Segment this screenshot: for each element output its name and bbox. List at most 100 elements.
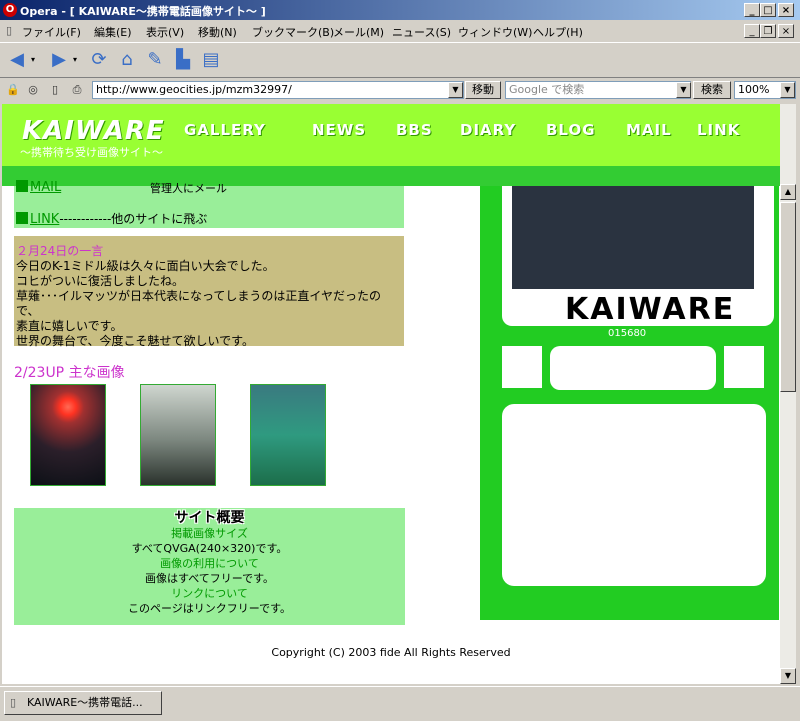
back-menu-icon[interactable]: ▾ [28, 49, 38, 71]
menu-window[interactable]: ウィンドウ(W) [458, 24, 532, 40]
phone-right-key[interactable] [724, 346, 764, 388]
images-section-title: 2/23UP 主な画像 [14, 365, 125, 381]
nav-blog[interactable]: BLOG [546, 121, 596, 139]
news-line: 今日のK-1ミドル級は久々に面白い大会でした。 [16, 259, 275, 273]
page-icon: ▯ [6, 24, 13, 37]
thumbnail-aquarium[interactable] [250, 384, 326, 486]
menu-view[interactable]: 表示(V) [146, 24, 184, 40]
search-dropdown[interactable]: ▼ [676, 82, 691, 98]
forward-icon[interactable]: ▶ [48, 49, 70, 71]
news-line: 素直に嬉しいです。 [16, 319, 123, 333]
security-icon[interactable]: 🔒 [6, 83, 20, 97]
print-icon[interactable]: ▙ [172, 49, 194, 71]
thumbnail-sunset[interactable] [30, 384, 106, 486]
menu-file[interactable]: ファイル(F) [22, 24, 81, 40]
nav-gallery[interactable]: GALLERY [184, 121, 266, 139]
overview-text: 画像はすべてフリーです。 [144, 572, 275, 585]
phone-keypad-area [502, 404, 766, 586]
nav-mail[interactable]: MAIL [626, 121, 672, 139]
mail-desc: 管理人にメール [150, 182, 227, 195]
vertical-scrollbar[interactable]: ▲ ▼ [780, 104, 796, 684]
page-viewport: KAIWARE ～携帯待ち受け画像サイト～ GALLERY NEWS BBS D… [2, 104, 780, 684]
overview-text: このページはリンクフリーです。 [127, 602, 292, 615]
menu-mail[interactable]: メール(M) [333, 24, 384, 40]
menu-row-mail: MAIL 管理人にメール [16, 180, 227, 195]
phone-panel: KAIWARE 015680 [480, 186, 779, 620]
news-line: 草薙･･･イルマッツが日本代表になってしまうのは正直イヤだったので、 [16, 289, 382, 318]
nav-diary[interactable]: DIARY [460, 121, 516, 139]
address-bar: 🔒 ◎ ▯ ⎙ http://www.geocities.jp/mzm32997… [0, 78, 800, 102]
phone-left-key[interactable] [502, 346, 542, 388]
document-icon[interactable]: ▯ [48, 83, 62, 97]
menu-news[interactable]: ニュース(S) [392, 24, 451, 40]
mail-link[interactable]: MAIL [30, 180, 61, 195]
header-stripe [2, 166, 780, 186]
menu-bar: ▯ ファイル(F) 編集(E) 表示(V) 移動(N) ブックマーク(B) メー… [0, 20, 800, 42]
back-icon[interactable]: ◀ [6, 49, 28, 71]
menu-navigate[interactable]: 移動(N) [198, 24, 237, 40]
news-title: ２月24日の一言 [16, 244, 104, 258]
overview-heading: サイト概要 [174, 510, 245, 526]
mdi-close-button[interactable]: × [778, 24, 794, 38]
site-overview-box: サイト概要 掲載画像サイズ すべてQVGA(240×320)です。 画像の利用に… [14, 508, 405, 625]
maximize-button[interactable]: □ [760, 3, 776, 17]
title-bar: O Opera - [ KAIWARE～携帯電話画像サイト～ ] _ □ × [0, 0, 800, 20]
close-button[interactable]: × [778, 3, 794, 17]
cookie-icon[interactable]: ◎ [26, 83, 40, 97]
phone-wallpaper-image [512, 186, 754, 289]
menu-list-box: MAIL 管理人にメール LINK------------他のサイトに飛ぶ [14, 180, 404, 228]
home-icon[interactable]: ⌂ [116, 49, 138, 71]
url-input[interactable]: http://www.geocities.jp/mzm32997/ [92, 81, 464, 99]
go-button[interactable]: 移動 [465, 81, 501, 99]
thumbnail-cloudy-sky[interactable] [140, 384, 216, 486]
bullet-square-icon [16, 180, 28, 192]
link-dashes: ------------ [59, 212, 112, 226]
phone-logo: KAIWARE [565, 292, 736, 327]
overview-text: すべてQVGA(240×320)です。 [131, 542, 288, 555]
search-button[interactable]: 検索 [693, 81, 731, 99]
news-box: ２月24日の一言 今日のK-1ミドル級は久々に面白い大会でした。 コヒがついに復… [14, 236, 404, 348]
overview-label: リンクについて [171, 587, 248, 600]
forward-menu-icon[interactable]: ▾ [70, 49, 80, 71]
mdi-restore-button[interactable]: ❐ [760, 24, 776, 38]
site-logo[interactable]: KAIWARE [22, 116, 165, 146]
site-header: KAIWARE ～携帯待ち受け画像サイト～ GALLERY NEWS BBS D… [2, 104, 780, 166]
link-desc: 他のサイトに飛ぶ [111, 212, 208, 226]
menu-bookmarks[interactable]: ブックマーク(B) [252, 24, 334, 40]
zoom-dropdown[interactable]: ▼ [780, 82, 795, 98]
visitor-counter: 015680 [608, 328, 647, 339]
opera-icon: O [3, 3, 17, 17]
news-line: 世界の舞台で、今度こそ魅せて欲しいです。 [16, 334, 254, 348]
scroll-down-button[interactable]: ▼ [780, 668, 796, 684]
nav-news[interactable]: NEWS [312, 121, 366, 139]
site-tagline: ～携帯待ち受け画像サイト～ [20, 146, 163, 159]
toolbar: ◀ ▾ ▶ ▾ ⟳ ⌂ ✎ ▙ ▤ [0, 42, 800, 78]
menu-help[interactable]: ヘルプ(H) [533, 24, 583, 40]
overview-label: 画像の利用について [160, 557, 259, 570]
scroll-thumb[interactable] [780, 202, 796, 392]
news-line: コヒがついに復活しましたね。 [16, 274, 185, 288]
url-dropdown[interactable]: ▼ [448, 82, 463, 98]
overview-label: 掲載画像サイズ [171, 527, 248, 540]
taskbar-window-label: KAIWARE～携帯電話... [27, 696, 143, 709]
taskbar-window-button[interactable]: ▯ KAIWARE～携帯電話... [4, 691, 162, 715]
nav-bbs[interactable]: BBS [396, 121, 433, 139]
link-link[interactable]: LINK [30, 212, 59, 227]
search-input[interactable]: Google で検索 [505, 81, 691, 99]
minimize-button[interactable]: _ [744, 3, 760, 17]
scroll-up-button[interactable]: ▲ [780, 184, 796, 200]
mdi-minimize-button[interactable]: _ [744, 24, 760, 38]
nav-link[interactable]: LINK [697, 121, 740, 139]
window-title: Opera - [ KAIWARE～携帯電話画像サイト～ ] [20, 5, 266, 18]
hotlist-icon[interactable]: ✎ [144, 49, 166, 71]
page-icon: ▯ [10, 696, 17, 709]
phone-center-key[interactable] [550, 346, 716, 390]
menu-edit[interactable]: 編集(E) [94, 24, 132, 40]
menu-row-link: LINK------------他のサイトに飛ぶ [16, 210, 207, 227]
reload-icon[interactable]: ⟳ [88, 49, 110, 71]
bullet-square-icon [16, 212, 28, 224]
taskbar: ▯ KAIWARE～携帯電話... [0, 686, 800, 721]
search-panel-icon[interactable]: ▤ [200, 49, 222, 71]
printer-icon[interactable]: ⎙ [70, 83, 84, 97]
copyright-text: Copyright (C) 2003 fide All Rights Reser… [271, 646, 511, 659]
